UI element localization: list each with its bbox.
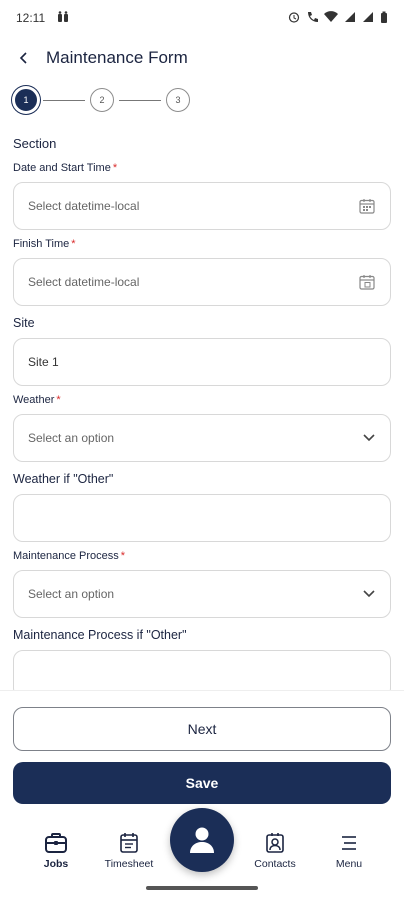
nav-item-timesheet[interactable]: Timesheet xyxy=(94,832,164,870)
calendar-icon[interactable] xyxy=(358,273,376,291)
field-label-finish-time: Finish Time * xyxy=(13,236,391,252)
nav-item-jobs[interactable]: Jobs xyxy=(21,832,91,870)
site-value: Site 1 xyxy=(28,355,59,369)
back-arrow-icon xyxy=(19,52,27,64)
home-indicator xyxy=(146,886,258,890)
chevron-down-icon xyxy=(362,433,376,443)
maintenance-process-placeholder: Select an option xyxy=(28,587,115,601)
calendar-icon[interactable] xyxy=(358,197,376,215)
bottom-nav: Jobs Timesheet Contacts Menu xyxy=(0,808,404,900)
status-bar: 12:11 xyxy=(0,0,404,36)
step-connector xyxy=(119,99,161,101)
chevron-down-icon xyxy=(362,589,376,599)
required-marker: * xyxy=(112,162,118,174)
nav-label: Timesheet xyxy=(104,858,154,870)
field-label-maintenance-process-other: Maintenance Process if "Other" xyxy=(13,628,187,642)
nav-label: Contacts xyxy=(254,858,296,870)
label-text: Maintenance Process xyxy=(13,550,119,562)
nav-label: Jobs xyxy=(43,858,69,870)
wifi-icon xyxy=(324,10,338,26)
briefcase-icon xyxy=(45,833,67,853)
step-connector xyxy=(43,99,85,101)
status-right xyxy=(288,10,388,26)
status-left: 12:11 xyxy=(16,10,69,26)
field-label-maintenance-process: Maintenance Process * xyxy=(13,548,391,564)
nav-item-contacts[interactable]: Contacts xyxy=(240,832,310,870)
label-text: Weather xyxy=(13,394,55,406)
section-title: Section xyxy=(13,136,57,151)
required-marker: * xyxy=(56,394,61,406)
next-button[interactable]: Next xyxy=(13,707,391,751)
site-input[interactable]: Site 1 xyxy=(13,338,391,386)
maintenance-process-select[interactable]: Select an option xyxy=(13,570,391,618)
maintenance-form: Section Date and Start Time * Select date… xyxy=(0,130,404,690)
field-label-site: Site xyxy=(13,316,35,330)
profile-icon xyxy=(190,827,214,853)
weather-other-input[interactable] xyxy=(13,494,391,542)
field-label-weather: Weather * xyxy=(13,392,391,408)
weather-placeholder: Select an option xyxy=(28,431,115,445)
nav-item-menu[interactable]: Menu xyxy=(314,832,384,870)
timesheet-icon xyxy=(120,833,138,853)
page-title: Maintenance Form xyxy=(46,48,188,67)
weather-select[interactable]: Select an option xyxy=(13,414,391,462)
app-header: Maintenance Form xyxy=(0,40,404,76)
step-1[interactable]: 1 xyxy=(15,89,37,111)
signal-icon xyxy=(362,11,374,26)
call-icon xyxy=(306,11,318,26)
step-2[interactable]: 2 xyxy=(90,88,114,112)
menu-icon xyxy=(342,836,356,850)
step-3[interactable]: 3 xyxy=(166,88,190,112)
required-marker: * xyxy=(120,550,126,562)
form-stepper: 1 2 3 xyxy=(14,88,190,112)
nav-label: Menu xyxy=(335,858,363,870)
signal-icon xyxy=(344,11,356,26)
contacts-icon xyxy=(266,833,284,853)
label-text: Date and Start Time xyxy=(13,162,111,174)
back-button[interactable] xyxy=(14,48,34,68)
start-time-input[interactable]: Select datetime-local xyxy=(13,182,391,230)
finish-time-input[interactable]: Select datetime-local xyxy=(13,258,391,306)
alarm-icon xyxy=(288,11,300,26)
maintenance-process-other-input[interactable] xyxy=(13,650,391,690)
field-label-start-time: Date and Start Time * xyxy=(13,160,391,176)
profile-button[interactable] xyxy=(170,808,234,872)
save-button[interactable]: Save xyxy=(13,762,391,804)
status-time: 12:11 xyxy=(16,11,46,25)
field-label-weather-other: Weather if "Other" xyxy=(13,472,114,486)
required-marker: * xyxy=(71,238,76,250)
battery-icon xyxy=(380,11,388,26)
divider xyxy=(0,690,404,691)
start-time-placeholder: Select datetime-local xyxy=(28,199,140,213)
label-text: Finish Time xyxy=(13,238,70,250)
notification-icon xyxy=(57,10,69,26)
finish-time-placeholder: Select datetime-local xyxy=(28,275,140,289)
